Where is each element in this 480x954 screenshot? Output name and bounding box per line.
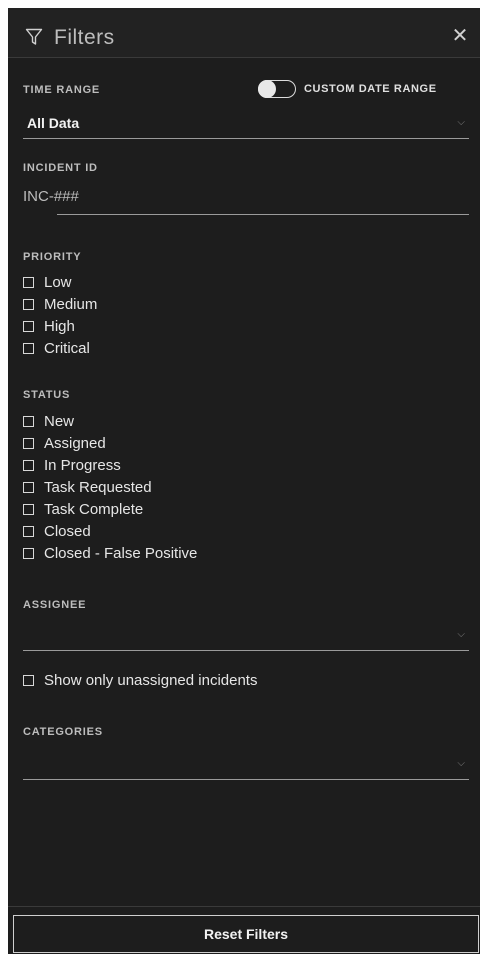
checkbox-label: Closed [44, 522, 91, 540]
chevron-down-icon: ⌵ [457, 117, 465, 128]
checkbox[interactable] [23, 437, 34, 449]
status-label: STATUS [23, 389, 71, 401]
toggle-knob [258, 80, 276, 98]
checkbox-label: Closed - False Positive [44, 544, 198, 562]
checkbox[interactable] [23, 674, 34, 686]
checkbox[interactable] [23, 276, 34, 288]
time-range-value: All Data [27, 115, 80, 131]
status-options: New Assigned In Progress Task Requested … [23, 410, 197, 564]
chevron-down-icon: ⌵ [457, 629, 465, 640]
checkbox[interactable] [23, 525, 34, 537]
incident-id-label: INCIDENT ID [23, 162, 98, 174]
checkbox[interactable] [23, 459, 34, 471]
checkbox-label: Low [44, 273, 72, 291]
checkbox-label: Task Requested [44, 478, 152, 496]
status-option-task-requested[interactable]: Task Requested [23, 476, 197, 498]
filters-footer: Reset Filters [8, 906, 480, 954]
checkbox[interactable] [23, 481, 34, 493]
checkbox[interactable] [23, 503, 34, 515]
time-range-select[interactable]: All Data ⌵ [23, 109, 469, 139]
checkbox-label: Assigned [44, 434, 106, 452]
funnel-icon [25, 28, 43, 45]
checkbox[interactable] [23, 320, 34, 332]
priority-option-critical[interactable]: Critical [23, 337, 97, 359]
checkbox-label: Task Complete [44, 500, 144, 518]
incident-id-input[interactable] [57, 190, 473, 214]
panel-title: Filters [54, 26, 115, 49]
close-icon[interactable]: ✕ [450, 26, 470, 46]
status-option-in-progress[interactable]: In Progress [23, 454, 197, 476]
filters-panel: Filters ✕ TIME RANGE CUSTOM DATE RANGE A… [8, 8, 480, 954]
priority-option-high[interactable]: High [23, 315, 97, 337]
show-unassigned-checkbox-row[interactable]: Show only unassigned incidents [23, 669, 257, 691]
status-option-task-complete[interactable]: Task Complete [23, 498, 197, 520]
filters-header: Filters ✕ [8, 8, 480, 58]
status-option-closed[interactable]: Closed [23, 520, 197, 542]
checkbox-label: New [44, 412, 75, 430]
checkbox-label: Critical [44, 339, 90, 357]
priority-option-low[interactable]: Low [23, 271, 97, 293]
priority-option-medium[interactable]: Medium [23, 293, 97, 315]
checkbox[interactable] [23, 415, 34, 427]
status-option-assigned[interactable]: Assigned [23, 432, 197, 454]
checkbox[interactable] [23, 342, 34, 354]
incident-id-underline [57, 214, 469, 215]
chevron-down-icon: ⌵ [457, 758, 465, 769]
assignee-select[interactable]: ⌵ [23, 621, 469, 651]
status-option-closed-false-positive[interactable]: Closed - False Positive [23, 542, 197, 564]
checkbox[interactable] [23, 298, 34, 310]
categories-select[interactable]: ⌵ [23, 750, 469, 780]
checkbox-label: Show only unassigned incidents [44, 671, 258, 689]
priority-options: Low Medium High Critical [23, 271, 97, 359]
assignee-label: ASSIGNEE [23, 599, 87, 611]
unassigned-option: Show only unassigned incidents [23, 669, 257, 691]
time-range-label: TIME RANGE [23, 84, 101, 96]
checkbox-label: High [44, 317, 75, 335]
checkbox-label: In Progress [44, 456, 121, 474]
custom-date-range-toggle[interactable] [258, 80, 296, 98]
checkbox-label: Medium [44, 295, 98, 313]
checkbox[interactable] [23, 547, 34, 559]
categories-label: CATEGORIES [23, 726, 103, 738]
priority-label: PRIORITY [23, 251, 82, 263]
status-option-new[interactable]: New [23, 410, 197, 432]
custom-date-range-label: CUSTOM DATE RANGE [304, 83, 437, 95]
reset-filters-button[interactable]: Reset Filters [13, 915, 479, 953]
